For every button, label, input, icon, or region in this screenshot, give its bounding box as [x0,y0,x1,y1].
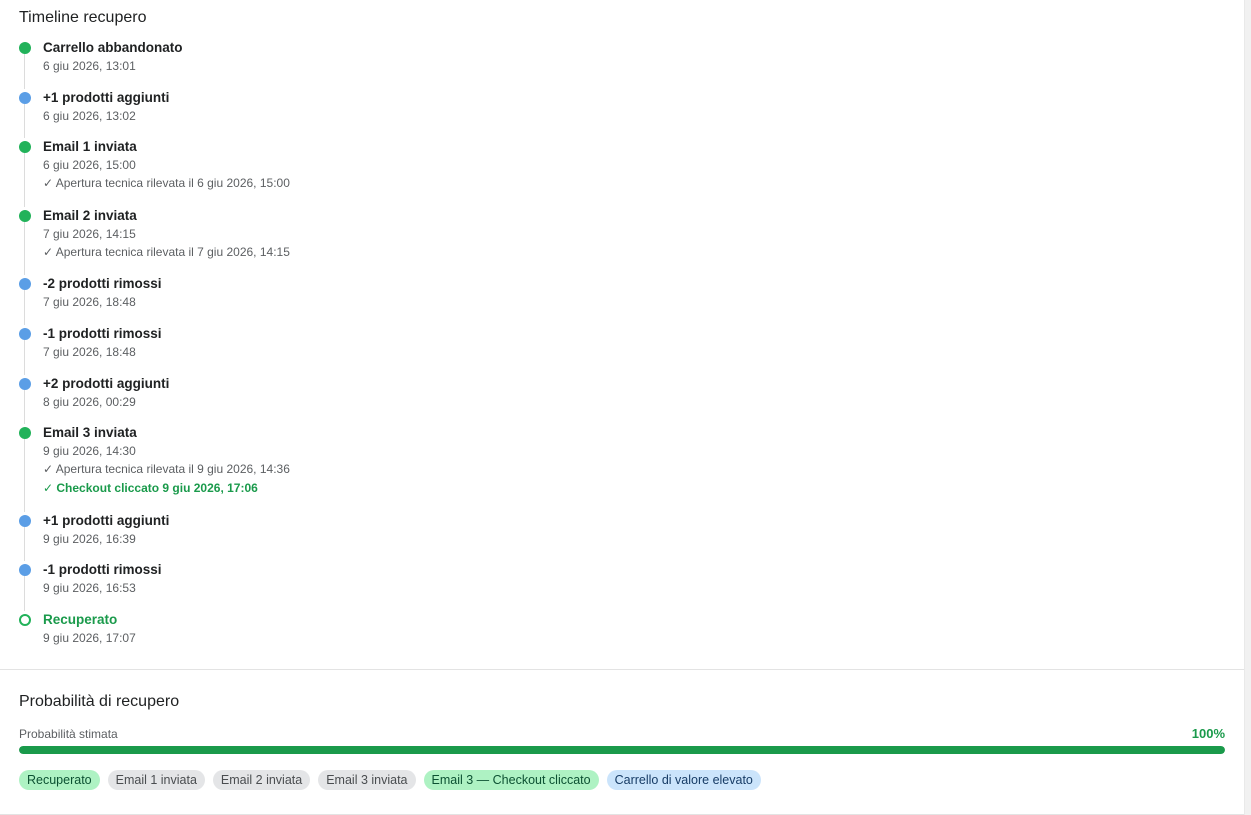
timeline-item: Email 2 inviata 7 giu 2026, 14:15 ✓ Apertu… [19,207,1225,276]
timeline-dot [19,427,31,440]
probability-section: Probabilità di recupero Probabilità stim… [0,692,1244,790]
timeline-event-date: 7 giu 2026, 18:48 [43,295,136,310]
timeline-item: -1 prodotti rimossi 9 giu 2026, 16:53 [19,561,1225,611]
timeline-connector [24,336,25,375]
timeline-dot [19,327,31,340]
status-badges: Recuperato Email 1 inviata Email 2 inviata… [19,770,1225,790]
timeline-event-date: 9 giu 2026, 16:53 [43,581,136,596]
status-badge: Email 1 inviata [107,770,205,790]
probability-bar-track [19,746,1225,754]
timeline-event-title: -1 prodotti rimossi [43,325,162,341]
timeline-item: +2 prodotti aggiunti 8 giu 2026, 00:29 [19,375,1225,425]
timeline-event-date: 9 giu 2026, 17:07 [43,630,136,645]
timeline-event-title: -2 prodotti rimossi [43,276,162,292]
scrollbar[interactable] [1244,0,1251,815]
timeline-dot [19,514,31,527]
timeline-dot [19,377,31,390]
timeline-item: Recuperato 9 giu 2026, 17:07 [19,611,1225,661]
timeline-event-date: 9 giu 2026, 16:39 [43,531,136,546]
status-badge: Email 2 inviata [212,770,311,790]
recovery-detail-panel: Timeline recupero Carrello abbandonato 6 … [0,0,1244,815]
timeline-dot [19,613,31,626]
timeline-event-title: Carrello abbandonato [43,40,183,55]
timeline-event-title: Email 3 inviata [43,425,137,441]
status-badge: Carrello di valore elevato [606,770,761,790]
timeline-dot [19,209,31,222]
probability-row: Probabilità stimata 100% [19,726,1225,741]
timeline-connector [24,51,25,89]
timeline-item: Email 1 inviata 6 giu 2026, 15:00 ✓ Apertu… [19,138,1225,207]
timeline-dot [19,141,31,154]
timeline-connector [24,523,25,562]
timeline-event-date: 6 giu 2026, 13:01 [43,59,136,73]
timeline-event-date: 9 giu 2026, 14:30 [43,444,136,459]
timeline-event-title: +1 prodotti aggiunti [43,89,170,105]
timeline-checkout-note: ✓ Checkout cliccato 9 giu 2026, 17:06 [43,481,258,496]
status-badge: Email 3 — Checkout cliccato [423,770,599,790]
timeline-connector [24,287,25,325]
timeline-connector [24,100,25,139]
timeline-open-note: ✓ Apertura tecnica rilevata il 7 giu 202… [43,244,290,259]
timeline-connector [24,386,25,425]
timeline-item: Email 3 inviata 9 giu 2026, 14:30 ✓ Apertu… [19,424,1225,512]
timeline-dot [19,42,31,54]
timeline-event-date: 6 giu 2026, 15:00 [43,158,136,173]
timeline-event-title: +1 prodotti aggiunti [43,512,170,528]
timeline-dot [19,564,31,577]
timeline-event-title: Email 2 inviata [43,207,137,223]
timeline-item: Carrello abbandonato 6 giu 2026, 13:01 [19,39,1225,89]
timeline-item: -2 prodotti rimossi 7 giu 2026, 18:48 [19,275,1225,325]
timeline-event-date: 6 giu 2026, 13:02 [43,108,136,123]
probability-label: Probabilità stimata [19,727,118,741]
timeline-item: +1 prodotti aggiunti 6 giu 2026, 13:02 [19,89,1225,139]
timeline-title: Timeline recupero [19,9,147,26]
timeline-event-title: Email 1 inviata [43,139,137,155]
timeline-event-date: 8 giu 2026, 00:29 [43,394,136,409]
status-badge: Recuperato [19,770,100,790]
timeline-event-date: 7 giu 2026, 18:48 [43,344,136,359]
probability-value: 100% [1191,726,1225,741]
timeline-event-date: 7 giu 2026, 14:15 [43,226,136,241]
timeline-connector [24,573,25,611]
timeline-open-note: ✓ Apertura tecnica rilevata il 9 giu 202… [43,462,290,477]
timeline-dot [19,278,31,291]
timeline-event-title: -1 prodotti rimossi [43,562,162,578]
timeline-list: Carrello abbandonato 6 giu 2026, 13:01 +1 … [19,39,1225,661]
probability-bar-fill [19,746,1225,754]
timeline-event-title: +2 prodotti aggiunti [43,375,170,391]
timeline-connector [24,150,25,207]
timeline-dot [19,91,31,104]
section-divider [0,669,1244,670]
timeline-section: Timeline recupero Carrello abbandonato 6 … [0,0,1244,661]
timeline-open-note: ✓ Apertura tecnica rilevata il 6 giu 202… [43,176,290,191]
probability-title: Probabilità di recupero [19,693,180,710]
timeline-item: -1 prodotti rimossi 7 giu 2026, 18:48 [19,325,1225,375]
timeline-connector [24,218,25,276]
timeline-item: +1 prodotti aggiunti 9 giu 2026, 16:39 [19,512,1225,562]
status-badge: Email 3 inviata [318,770,416,790]
timeline-connector [24,436,25,512]
timeline-event-title: Recuperato [43,611,118,627]
